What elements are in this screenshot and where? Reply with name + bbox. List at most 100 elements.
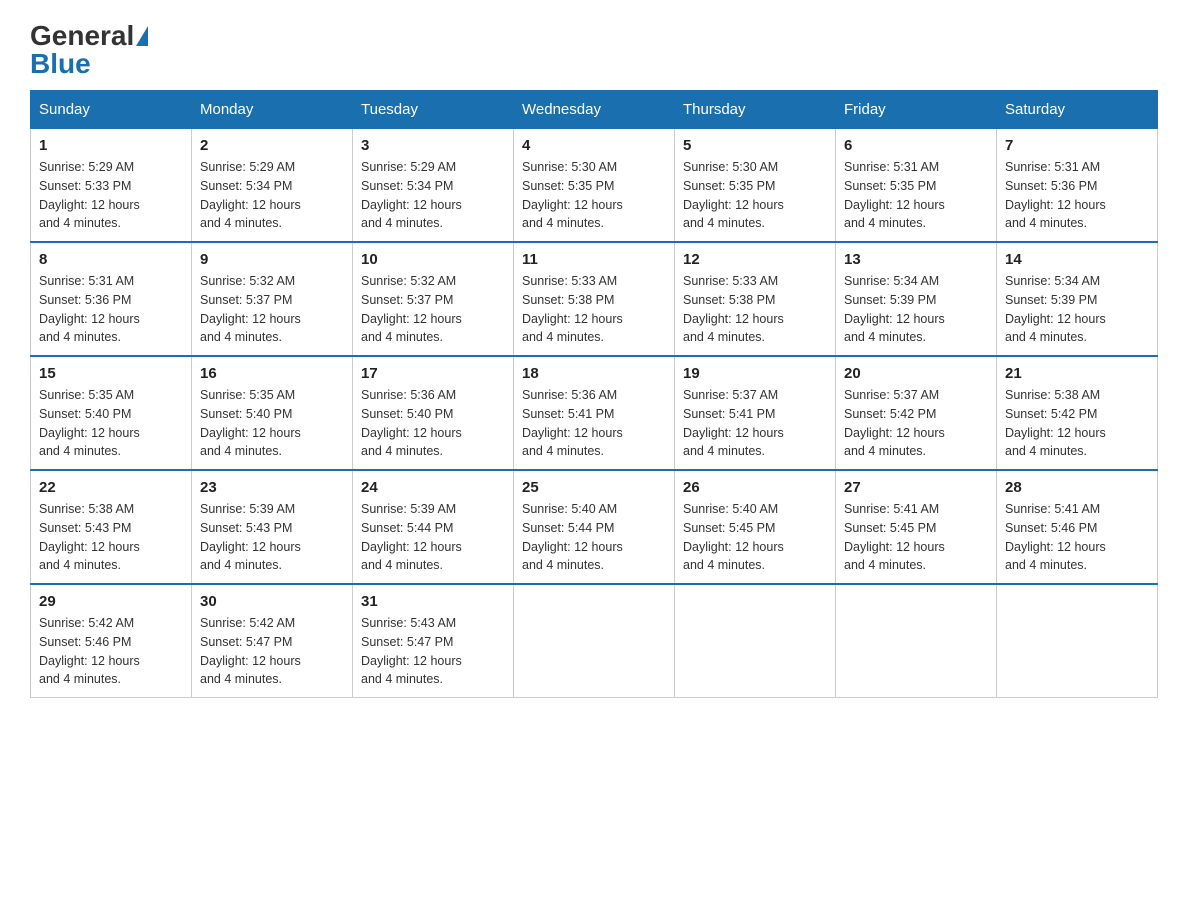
weekday-header-saturday: Saturday — [997, 91, 1158, 129]
calendar-cell: 7Sunrise: 5:31 AMSunset: 5:36 PMDaylight… — [997, 129, 1158, 243]
day-info: Sunrise: 5:29 AMSunset: 5:34 PMDaylight:… — [361, 158, 505, 233]
day-number: 12 — [683, 251, 827, 268]
day-info: Sunrise: 5:37 AMSunset: 5:42 PMDaylight:… — [844, 386, 988, 461]
day-number: 18 — [522, 365, 666, 382]
day-info: Sunrise: 5:39 AMSunset: 5:43 PMDaylight:… — [200, 500, 344, 575]
day-info: Sunrise: 5:36 AMSunset: 5:41 PMDaylight:… — [522, 386, 666, 461]
day-number: 26 — [683, 479, 827, 496]
calendar-cell: 1Sunrise: 5:29 AMSunset: 5:33 PMDaylight… — [31, 129, 192, 243]
calendar-cell — [836, 584, 997, 698]
day-info: Sunrise: 5:40 AMSunset: 5:45 PMDaylight:… — [683, 500, 827, 575]
day-number: 24 — [361, 479, 505, 496]
day-info: Sunrise: 5:40 AMSunset: 5:44 PMDaylight:… — [522, 500, 666, 575]
logo: General Blue — [30, 20, 150, 80]
calendar-cell: 21 Sunrise: 5:38 AMSunset: 5:42 PMDayligh… — [997, 356, 1158, 470]
day-number: 14 — [1005, 251, 1149, 268]
day-info: Sunrise: 5:32 AMSunset: 5:37 PMDaylight:… — [361, 272, 505, 347]
day-info: Sunrise: 5:38 AMSunset: 5:43 PMDaylight:… — [39, 500, 183, 575]
calendar-cell: 8 Sunrise: 5:31 AMSunset: 5:36 PMDaylight… — [31, 242, 192, 356]
day-number: 28 — [1005, 479, 1149, 496]
day-number: 5 — [683, 137, 827, 154]
calendar-cell: 19 Sunrise: 5:37 AMSunset: 5:41 PMDayligh… — [675, 356, 836, 470]
calendar-cell: 17 Sunrise: 5:36 AMSunset: 5:40 PMDayligh… — [353, 356, 514, 470]
calendar-cell: 10 Sunrise: 5:32 AMSunset: 5:37 PMDayligh… — [353, 242, 514, 356]
day-info: Sunrise: 5:39 AMSunset: 5:44 PMDaylight:… — [361, 500, 505, 575]
logo-blue-text: Blue — [30, 48, 91, 80]
day-info: Sunrise: 5:31 AMSunset: 5:35 PMDaylight:… — [844, 158, 988, 233]
day-number: 10 — [361, 251, 505, 268]
day-info: Sunrise: 5:42 AMSunset: 5:46 PMDaylight:… — [39, 614, 183, 689]
calendar-cell: 15Sunrise: 5:35 AMSunset: 5:40 PMDayligh… — [31, 356, 192, 470]
day-info: Sunrise: 5:33 AMSunset: 5:38 PMDaylight:… — [683, 272, 827, 347]
day-number: 25 — [522, 479, 666, 496]
calendar-cell: 31 Sunrise: 5:43 AMSunset: 5:47 PMDayligh… — [353, 584, 514, 698]
day-number: 2 — [200, 137, 344, 154]
calendar-cell — [514, 584, 675, 698]
weekday-header-sunday: Sunday — [31, 91, 192, 129]
calendar-cell: 14Sunrise: 5:34 AMSunset: 5:39 PMDayligh… — [997, 242, 1158, 356]
calendar-cell — [997, 584, 1158, 698]
calendar-cell: 11 Sunrise: 5:33 AMSunset: 5:38 PMDayligh… — [514, 242, 675, 356]
logo-triangle-icon — [136, 26, 148, 46]
calendar-cell: 30Sunrise: 5:42 AMSunset: 5:47 PMDayligh… — [192, 584, 353, 698]
day-info: Sunrise: 5:34 AMSunset: 5:39 PMDaylight:… — [844, 272, 988, 347]
calendar-cell: 6 Sunrise: 5:31 AMSunset: 5:35 PMDaylight… — [836, 129, 997, 243]
calendar-cell: 18 Sunrise: 5:36 AMSunset: 5:41 PMDayligh… — [514, 356, 675, 470]
calendar-week-row: 15 Sunrise: 5:35 AMSunset: 5:40 PMDayligh… — [31, 356, 1158, 470]
calendar-week-row: 22Sunrise: 5:38 AMSunset: 5:43 PMDayligh… — [31, 470, 1158, 584]
weekday-header-tuesday: Tuesday — [353, 91, 514, 129]
day-number: 29 — [39, 593, 183, 610]
day-info: Sunrise: 5:29 AMSunset: 5:34 PMDaylight:… — [200, 158, 344, 233]
calendar-cell: 28 Sunrise: 5:41 AMSunset: 5:46 PMDayligh… — [997, 470, 1158, 584]
day-number: 30 — [200, 593, 344, 610]
calendar-cell: 22Sunrise: 5:38 AMSunset: 5:43 PMDayligh… — [31, 470, 192, 584]
day-number: 6 — [844, 137, 988, 154]
day-info: Sunrise: 5:38 AMSunset: 5:42 PMDaylight:… — [1005, 386, 1149, 461]
calendar-week-row: 29 Sunrise: 5:42 AMSunset: 5:46 PMDayligh… — [31, 584, 1158, 698]
calendar-cell: 26 Sunrise: 5:40 AMSunset: 5:45 PMDayligh… — [675, 470, 836, 584]
calendar-cell: 13 Sunrise: 5:34 AMSunset: 5:39 PMDayligh… — [836, 242, 997, 356]
day-info: Sunrise: 5:41 AMSunset: 5:45 PMDaylight:… — [844, 500, 988, 575]
weekday-header-monday: Monday — [192, 91, 353, 129]
day-info: Sunrise: 5:33 AMSunset: 5:38 PMDaylight:… — [522, 272, 666, 347]
day-info: Sunrise: 5:29 AMSunset: 5:33 PMDaylight:… — [39, 158, 183, 233]
day-info: Sunrise: 5:41 AMSunset: 5:46 PMDaylight:… — [1005, 500, 1149, 575]
weekday-header-wednesday: Wednesday — [514, 91, 675, 129]
day-number: 13 — [844, 251, 988, 268]
day-info: Sunrise: 5:37 AMSunset: 5:41 PMDaylight:… — [683, 386, 827, 461]
calendar-cell: 12 Sunrise: 5:33 AMSunset: 5:38 PMDayligh… — [675, 242, 836, 356]
calendar-cell — [675, 584, 836, 698]
day-number: 19 — [683, 365, 827, 382]
day-number: 15 — [39, 365, 183, 382]
calendar-cell: 27 Sunrise: 5:41 AMSunset: 5:45 PMDayligh… — [836, 470, 997, 584]
day-number: 17 — [361, 365, 505, 382]
day-number: 27 — [844, 479, 988, 496]
day-number: 8 — [39, 251, 183, 268]
calendar-cell: 4 Sunrise: 5:30 AMSunset: 5:35 PMDaylight… — [514, 129, 675, 243]
page-header: General Blue — [30, 20, 1158, 80]
day-info: Sunrise: 5:30 AMSunset: 5:35 PMDaylight:… — [522, 158, 666, 233]
calendar-cell: 23 Sunrise: 5:39 AMSunset: 5:43 PMDayligh… — [192, 470, 353, 584]
calendar-table: SundayMondayTuesdayWednesdayThursdayFrid… — [30, 90, 1158, 698]
weekday-header-friday: Friday — [836, 91, 997, 129]
day-info: Sunrise: 5:36 AMSunset: 5:40 PMDaylight:… — [361, 386, 505, 461]
calendar-cell: 20 Sunrise: 5:37 AMSunset: 5:42 PMDayligh… — [836, 356, 997, 470]
day-info: Sunrise: 5:32 AMSunset: 5:37 PMDaylight:… — [200, 272, 344, 347]
calendar-week-row: 1Sunrise: 5:29 AMSunset: 5:33 PMDaylight… — [31, 129, 1158, 243]
day-info: Sunrise: 5:35 AMSunset: 5:40 PMDaylight:… — [200, 386, 344, 461]
calendar-cell: 24 Sunrise: 5:39 AMSunset: 5:44 PMDayligh… — [353, 470, 514, 584]
calendar-cell: 9 Sunrise: 5:32 AMSunset: 5:37 PMDaylight… — [192, 242, 353, 356]
day-number: 21 — [1005, 365, 1149, 382]
day-number: 16 — [200, 365, 344, 382]
calendar-cell: 16 Sunrise: 5:35 AMSunset: 5:40 PMDayligh… — [192, 356, 353, 470]
day-number: 23 — [200, 479, 344, 496]
day-number: 20 — [844, 365, 988, 382]
day-info: Sunrise: 5:31 AMSunset: 5:36 PMDaylight:… — [39, 272, 183, 347]
day-info: Sunrise: 5:43 AMSunset: 5:47 PMDaylight:… — [361, 614, 505, 689]
day-number: 31 — [361, 593, 505, 610]
day-info: Sunrise: 5:31 AMSunset: 5:36 PMDaylight:… — [1005, 158, 1149, 233]
day-number: 9 — [200, 251, 344, 268]
day-info: Sunrise: 5:30 AMSunset: 5:35 PMDaylight:… — [683, 158, 827, 233]
day-number: 4 — [522, 137, 666, 154]
day-number: 11 — [522, 251, 666, 268]
